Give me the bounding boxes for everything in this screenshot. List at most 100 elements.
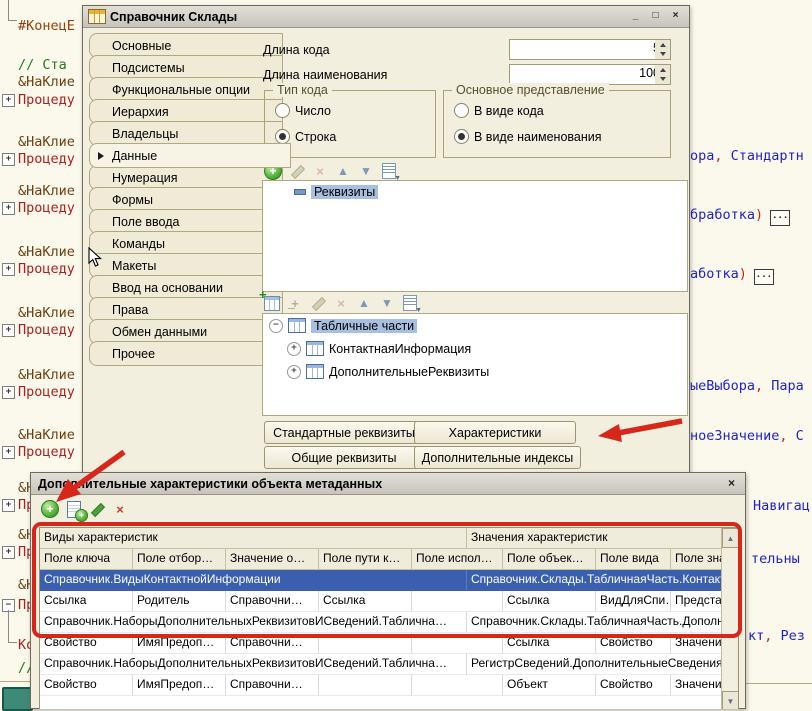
sort-list-icon[interactable] (382, 163, 396, 179)
move-up-icon[interactable]: ▲ (335, 163, 351, 179)
table-cell (319, 675, 412, 696)
expand-icon[interactable]: + (287, 365, 301, 379)
sidebar-tab-label: Формы (112, 193, 153, 207)
maximize-button-icon[interactable]: □ (647, 9, 664, 24)
sort-list-icon[interactable] (403, 295, 417, 311)
radio-as-name[interactable]: В виде наименования (454, 129, 602, 144)
table-cell: Свойство (596, 675, 671, 696)
sidebar-tab-15[interactable]: Прочее (89, 341, 283, 366)
sidebar-tab-6[interactable]: Данные (89, 143, 291, 168)
sidebar-tab-label: Обмен данными (112, 325, 207, 339)
name-length-input[interactable]: 100 (509, 64, 665, 85)
dialog-titlebar[interactable]: Дополнительные характеристики объекта ме… (31, 473, 745, 495)
sidebar-tab-label: Иерархия (112, 105, 169, 119)
sidebar-tab-label: Подсистемы (112, 61, 185, 75)
add-attribute-icon[interactable]: + (287, 295, 303, 311)
code-type-group-title: Тип кода (273, 83, 332, 97)
collapse-icon[interactable]: − (269, 319, 283, 333)
radio-icon (454, 103, 469, 118)
sidebar-tab-label: Владельцы (112, 127, 178, 141)
table-row[interactable]: Справочник.НаборыДополнительныхРеквизито… (40, 654, 722, 675)
code-fragment: Навигац (753, 498, 810, 514)
code-line: &НаКлие (0, 427, 75, 445)
code-fragment: ноеЗначение, С (690, 428, 804, 444)
spin-down-icon[interactable] (655, 75, 670, 85)
delete-icon[interactable]: × (312, 163, 328, 179)
tabular-child-item[interactable]: + ДополнительныеРеквизиты (287, 364, 489, 379)
radio-number[interactable]: Число (275, 103, 331, 118)
expand-icon[interactable]: + (2, 546, 15, 559)
code-line: +Процеду (0, 261, 75, 279)
radio-string[interactable]: Строка (275, 129, 336, 144)
delete-icon[interactable]: × (333, 295, 349, 311)
code-line: // Ста (0, 57, 67, 75)
code-length-input[interactable]: 5 (509, 39, 665, 60)
add-tabular-section-icon[interactable] (264, 296, 280, 311)
expand-icon[interactable]: + (2, 446, 15, 459)
name-length-stepper[interactable] (655, 64, 671, 85)
expand-icon[interactable]: + (2, 324, 15, 337)
code-line: &НаКлие (0, 183, 75, 201)
table-cell: Свойство (40, 675, 133, 696)
tabular-sections-tree: − Табличные части + КонтактнаяИнформация… (262, 313, 688, 416)
attributes-root-label: Реквизиты (311, 185, 378, 199)
sidebar-tab-label: Основные (112, 39, 171, 53)
expand-icon[interactable]: + (2, 499, 15, 512)
code-line: &НаКлие (0, 367, 75, 385)
characteristics-button[interactable]: Характеристики (414, 421, 576, 444)
radio-as-code[interactable]: В виде кода (454, 103, 544, 118)
code-length-stepper[interactable] (655, 39, 671, 60)
collapsed-code-icon[interactable]: ... (770, 210, 790, 226)
attributes-root-item[interactable]: Реквизиты (294, 185, 378, 199)
tabular-child-item[interactable]: + КонтактнаяИнформация (287, 341, 471, 356)
background-panel-corner (2, 687, 33, 711)
edit-icon[interactable] (310, 295, 326, 311)
tree-grip-icon (294, 189, 306, 195)
table-cell: ИмяПредоп… (133, 675, 226, 696)
minimize-button-icon[interactable]: _ (627, 9, 644, 24)
code-line: +Процеду (0, 384, 75, 402)
tabular-section-icon (288, 318, 306, 333)
presentation-group-title: Основное представление (452, 83, 609, 97)
code-fragment: бработка)... (690, 207, 790, 226)
move-down-icon[interactable]: ▼ (379, 295, 395, 311)
sidebar-tab-label: Права (112, 303, 148, 317)
common-attributes-button[interactable]: Общие реквизиты (264, 446, 424, 469)
collapsed-code-icon[interactable]: ... (754, 269, 774, 285)
sidebar-tab-label: Данные (112, 149, 157, 163)
tabular-child-label: КонтактнаяИнформация (329, 342, 471, 356)
active-tab-marker-icon (98, 152, 104, 160)
close-button-icon[interactable]: × (667, 9, 684, 24)
code-fragment: ора, Стандартн (690, 148, 804, 164)
scroll-down-icon[interactable]: ▼ (722, 691, 739, 709)
move-up-icon[interactable]: ▲ (356, 295, 372, 311)
tabular-section-icon (306, 341, 324, 356)
window-titlebar[interactable]: Справочник Склады _ □ × (83, 6, 689, 28)
spin-down-icon[interactable] (655, 50, 670, 60)
radio-icon (275, 103, 290, 118)
expand-icon[interactable]: + (2, 202, 15, 215)
expand-icon[interactable]: + (2, 153, 15, 166)
additional-indexes-button[interactable]: Дополнительные индексы (414, 446, 581, 469)
spin-up-icon[interactable] (655, 40, 670, 50)
edit-icon[interactable] (289, 163, 305, 179)
move-down-icon[interactable]: ▼ (358, 163, 374, 179)
expand-icon[interactable]: + (2, 263, 15, 276)
code-fold-bracket (8, 610, 17, 643)
close-button-icon[interactable]: × (723, 476, 740, 491)
standard-attributes-button[interactable]: Стандартные реквизиты (264, 421, 424, 444)
panel-divider (0, 681, 30, 682)
sidebar-tab-label: Поле ввода (112, 215, 179, 229)
sidebar-tab-label: Макеты (112, 259, 156, 273)
code-fragment: аботка)... (690, 266, 774, 285)
code-line: &НаКлие (0, 244, 75, 262)
expand-icon[interactable]: + (2, 94, 15, 107)
expand-icon[interactable]: + (2, 386, 15, 399)
code-line: &НаКлие (0, 74, 75, 92)
code-line: +Процеду (0, 92, 75, 110)
table-row[interactable]: СвойствоИмяПредоп…Справочни…ОбъектСвойст… (40, 675, 722, 696)
spin-up-icon[interactable] (655, 65, 670, 75)
expand-icon[interactable]: + (287, 342, 301, 356)
code-length-label: Длина кода (263, 43, 330, 57)
tabular-root-item[interactable]: − Табличные части (269, 318, 417, 333)
